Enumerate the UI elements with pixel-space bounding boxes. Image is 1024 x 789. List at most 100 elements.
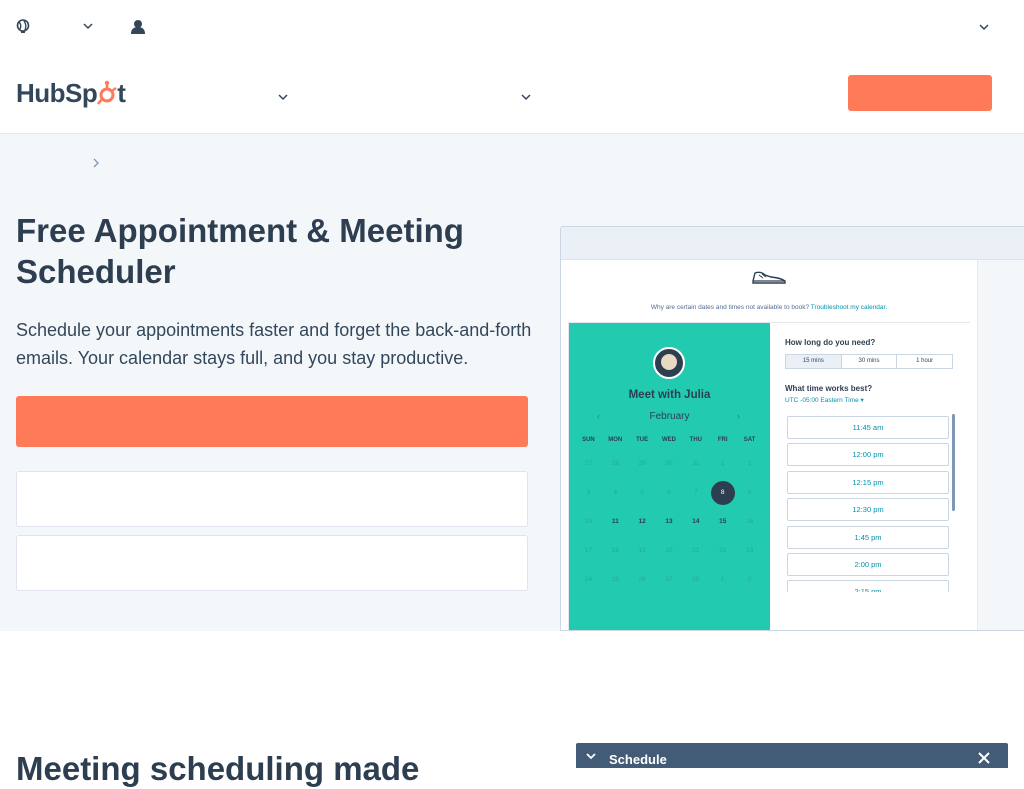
sprocket-icon [97, 80, 118, 105]
hubspot-logo[interactable]: HubSp t [16, 76, 126, 110]
day-number: 27 [584, 460, 593, 467]
day-number: 31 [692, 460, 700, 467]
day-number: 28 [692, 576, 700, 583]
day-number: 23 [745, 547, 754, 554]
day-number: 21 [692, 547, 700, 554]
calendar-day: 23 [736, 544, 763, 573]
weekday-label: THU [689, 437, 703, 443]
chevron-down-icon[interactable] [278, 92, 288, 102]
chevron-down-icon[interactable] [586, 751, 596, 761]
weekday-label: MON [608, 437, 623, 443]
time-slot-button[interactable]: 1:45 pm [787, 525, 949, 549]
calendar-day: 1 [709, 573, 736, 602]
day-number: 2 [747, 460, 752, 467]
calendar-day[interactable]: 15 [709, 515, 736, 544]
hero-section: Free Appointment & Meeting Scheduler Sch… [0, 134, 1024, 631]
calendar-day: 27 [656, 573, 683, 602]
calendar-day: 30 [656, 457, 683, 486]
nav-cta-button[interactable] [848, 75, 992, 111]
chevron-down-icon[interactable] [83, 21, 93, 31]
troubleshoot-link[interactable]: Troubleshoot my calendar. [811, 304, 887, 311]
day-number: 2 [747, 576, 752, 583]
calendar-day: 19 [629, 544, 656, 573]
day-number: 19 [638, 547, 646, 554]
time-slot-button[interactable]: 11:45 am [787, 416, 949, 439]
booking-widget: Meet with Julia ‹ February › SUN MON TUE WE… [568, 322, 971, 630]
calendar-day[interactable]: 11 [602, 515, 629, 544]
duration-option[interactable]: 15 mins [786, 355, 842, 368]
user-icon[interactable] [131, 19, 145, 34]
day-number: 24 [584, 576, 593, 583]
day-number: 8 [710, 481, 735, 505]
day-number: 17 [584, 547, 593, 554]
section-title: Meeting scheduling made [16, 750, 420, 787]
chevron-down-icon[interactable] [979, 22, 989, 32]
next-month-icon[interactable]: › [737, 411, 740, 421]
calendar-day: 26 [629, 573, 656, 602]
time-slot-button[interactable]: 2:15 pm [787, 580, 949, 592]
calendar-day-selected[interactable]: 8 [709, 481, 736, 515]
calendar-day[interactable]: 14 [682, 515, 709, 544]
avatar [653, 347, 685, 379]
weekday-label: FRI [717, 437, 728, 443]
calendar-day: 5 [629, 486, 656, 515]
calendar-panel: Meet with Julia ‹ February › SUN MON TUE WE… [569, 323, 770, 630]
schedule-label: Schedule [609, 752, 667, 767]
time-slot-list: 11:45 am 12:00 pm 12:15 pm 12:30 pm 1:45 pm 2… [787, 416, 949, 592]
day-number: 12 [638, 518, 646, 525]
calendar-day: 29 [629, 457, 656, 486]
day-number: 25 [611, 576, 619, 583]
schedule-bar[interactable]: Schedule [576, 743, 1008, 768]
calendar-day: 22 [709, 544, 736, 573]
day-number: 5 [640, 489, 644, 496]
calendar-day: 7 [682, 486, 709, 515]
calendar-day: 24 [575, 573, 602, 602]
secondary-card[interactable] [16, 535, 528, 591]
time-slot-button[interactable]: 12:30 pm [787, 498, 949, 522]
day-number: 11 [611, 518, 619, 525]
availability-notice: Why are certain dates and times not avai… [561, 304, 977, 311]
duration-option[interactable]: 1 hour [897, 355, 953, 368]
weekday-label: SUN [582, 437, 595, 443]
month-nav: ‹ February › [569, 411, 770, 425]
calendar-day: 16 [736, 515, 763, 544]
calendar-day[interactable]: 12 [629, 515, 656, 544]
secondary-card[interactable] [16, 471, 528, 527]
calendar-day[interactable]: 13 [656, 515, 683, 544]
time-question: What time works best? [785, 384, 873, 393]
day-number: 10 [584, 518, 593, 525]
day-number: 26 [638, 576, 646, 583]
day-number: 1 [720, 460, 725, 467]
time-slot-button[interactable]: 2:00 pm [787, 552, 949, 576]
weekday-label: TUE [636, 437, 649, 443]
close-icon[interactable] [978, 752, 990, 764]
calendar-day: 28 [682, 573, 709, 602]
logo-text: t [117, 77, 126, 108]
day-number: 7 [694, 489, 698, 496]
calendar-day: 9 [736, 486, 763, 515]
timezone-select[interactable]: UTC -05:00 Eastern Time ▾ [785, 396, 864, 404]
day-number: 20 [665, 547, 673, 554]
globe-icon[interactable] [16, 19, 30, 33]
day-number: 28 [611, 460, 619, 467]
duration-question: How long do you need? [785, 338, 876, 347]
mockup-page: Why are certain dates and times not avai… [561, 260, 977, 630]
chevron-down-icon[interactable] [521, 92, 531, 102]
calendar-day: 27 [575, 457, 602, 486]
calendar-day: 28 [602, 457, 629, 486]
chevron-right-icon [93, 158, 99, 168]
duration-selector: 15 mins 30 mins 1 hour [785, 354, 953, 369]
hero-cta-button[interactable] [16, 396, 528, 447]
calendar-day: 25 [602, 573, 629, 602]
time-slot-button[interactable]: 12:15 pm [787, 470, 949, 494]
calendar-day: 31 [682, 457, 709, 486]
time-slot-button[interactable]: 12:00 pm [787, 443, 949, 467]
day-number: 15 [719, 518, 727, 525]
scrollbar[interactable] [952, 414, 955, 511]
weekday-header: SUN MON TUE WED THU FRI SAT [575, 437, 763, 443]
day-number: 9 [747, 489, 752, 496]
duration-option[interactable]: 30 mins [841, 355, 898, 368]
calendar-day: 4 [602, 486, 629, 515]
calendar-day: 17 [575, 544, 602, 573]
hero-subtitle: Schedule your appointments faster and fo… [16, 320, 532, 368]
